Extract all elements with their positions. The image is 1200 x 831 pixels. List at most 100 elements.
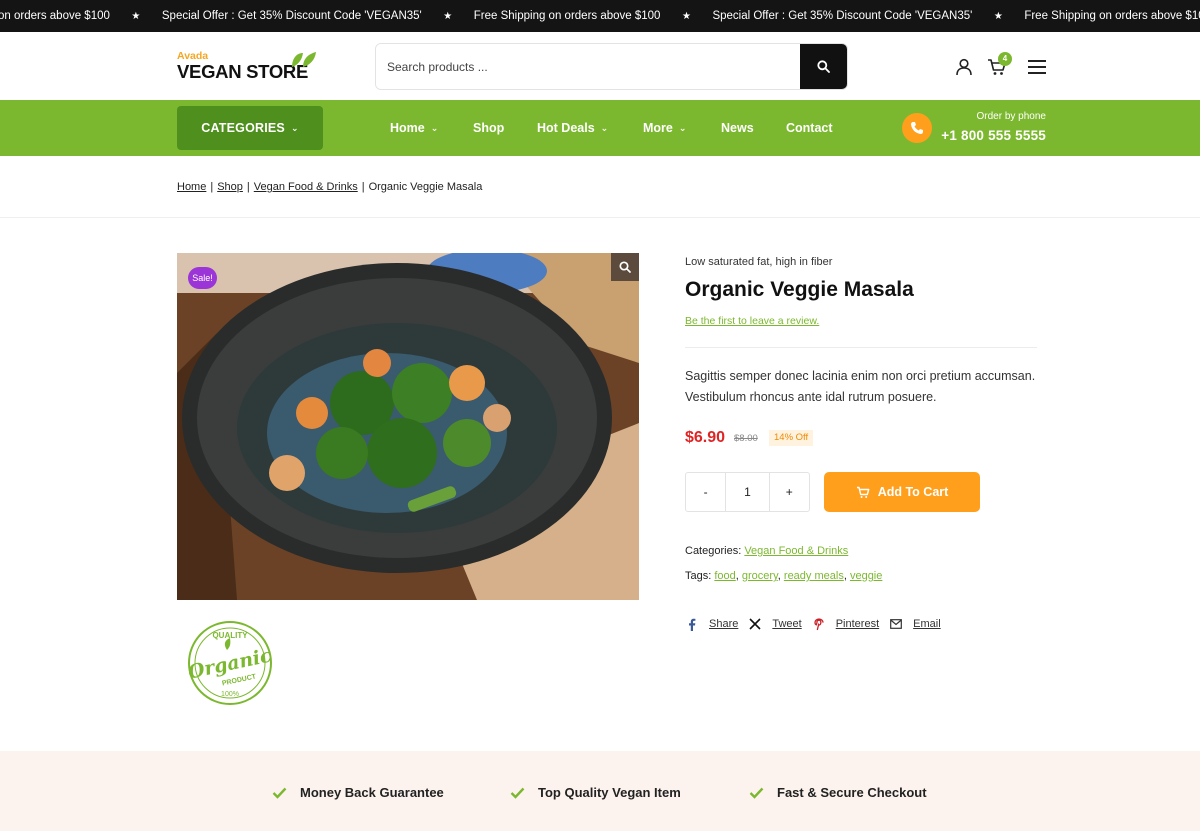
phone-number[interactable]: +1 800 555 5555: [941, 128, 1046, 143]
sale-badge: Sale!: [188, 267, 217, 289]
nav-item-label: Contact: [786, 121, 833, 135]
nav-item-label: Hot Deals: [537, 121, 595, 135]
features-band: Money Back Guarantee Top Quality Vegan I…: [0, 751, 1200, 831]
category-link[interactable]: Vegan Food & Drinks: [744, 545, 848, 557]
share-pinterest-link[interactable]: Pinterest: [836, 618, 879, 630]
check-icon: [749, 787, 765, 799]
categories-meta-label: Categories:: [685, 545, 742, 557]
product-title: Organic Veggie Masala: [685, 278, 914, 301]
share-email-link[interactable]: Email: [913, 618, 941, 630]
tags-meta-label: Tags:: [685, 570, 712, 582]
product-description: Sagittis semper donec lacinia enim non o…: [685, 369, 1036, 404]
breadcrumb-separator: |: [361, 181, 365, 193]
quantity-increase-button[interactable]: +: [770, 473, 809, 511]
quantity-decrease-button[interactable]: -: [686, 473, 725, 511]
breadcrumb-shop[interactable]: Shop: [217, 181, 243, 193]
feature-top-quality: Top Quality Vegan Item: [510, 785, 681, 800]
nav-item-news[interactable]: News: [721, 100, 754, 156]
site-logo[interactable]: Avada VEGAN STORE: [177, 50, 317, 86]
add-to-cart-label: Add To Cart: [877, 485, 949, 499]
stamp-main-text: Organic: [187, 644, 273, 683]
quantity-input[interactable]: 1: [725, 473, 770, 511]
feature-secure-checkout: Fast & Secure Checkout: [749, 785, 927, 800]
nav-item-contact[interactable]: Contact: [786, 100, 833, 156]
share-links: Share Tweet Pinterest Email: [685, 616, 951, 632]
zoom-button[interactable]: [611, 253, 639, 281]
breadcrumb-home[interactable]: Home: [177, 181, 206, 193]
menu-button[interactable]: [1023, 52, 1051, 82]
site-header: Avada VEGAN STORE Search products ... 4: [0, 32, 1200, 100]
phone-icon: [911, 122, 923, 134]
feature-label: Top Quality Vegan Item: [538, 785, 681, 800]
nav-item-more[interactable]: More ⌄: [643, 100, 686, 156]
sale-price: $6.90: [685, 429, 726, 446]
breadcrumb-separator: |: [246, 181, 250, 193]
star-icon: ★: [681, 10, 691, 22]
product-subtitle: Low saturated fat, high in fiber: [685, 256, 833, 268]
search-input[interactable]: [376, 44, 801, 89]
email-icon[interactable]: [889, 617, 903, 631]
phone-button[interactable]: [902, 113, 932, 143]
nav-item-home[interactable]: Home ⌄: [390, 100, 438, 156]
chevron-down-icon: ⌄: [600, 122, 609, 133]
leaf-icon: [292, 52, 316, 67]
order-by-phone-label: Order by phone: [976, 111, 1047, 122]
regular-price: $8.00: [734, 433, 758, 444]
tag-link[interactable]: food: [714, 570, 735, 582]
discount-badge: 14% Off: [769, 430, 814, 446]
promo-ticker: on orders above $100 ★ Special Offer : G…: [0, 0, 1200, 32]
search-button[interactable]: [800, 44, 847, 89]
tag-link[interactable]: veggie: [850, 570, 882, 582]
promo-message: Free Shipping on orders above $100: [473, 10, 661, 22]
search-bar: [375, 43, 848, 90]
product-image[interactable]: Sale!: [177, 253, 639, 600]
search-icon: [817, 60, 830, 73]
breadcrumb-category[interactable]: Vegan Food & Drinks: [254, 181, 358, 193]
pinterest-icon[interactable]: [812, 617, 826, 631]
share-x-link[interactable]: Tweet: [772, 618, 801, 630]
promo-message: on orders above $100: [0, 10, 110, 22]
tag-link[interactable]: grocery: [742, 570, 778, 582]
product-categories: Categories: Vegan Food & Drinks: [685, 545, 848, 557]
facebook-icon[interactable]: [685, 617, 699, 631]
promo-message: Free Shipping on orders above $100: [1024, 10, 1200, 22]
categories-label: CATEGORIES: [201, 121, 285, 135]
stamp-bottom-text: 100%: [221, 691, 239, 698]
x-icon[interactable]: [748, 617, 762, 631]
zoom-icon: [619, 261, 631, 273]
cart-count-badge: 4: [998, 52, 1012, 66]
nav-item-hot-deals[interactable]: Hot Deals ⌄: [537, 100, 608, 156]
tag-link[interactable]: ready meals: [784, 570, 844, 582]
menu-icon: [1028, 60, 1046, 74]
feature-label: Money Back Guarantee: [300, 785, 444, 800]
categories-button[interactable]: CATEGORIES ⌄: [177, 106, 323, 150]
star-icon: ★: [131, 10, 141, 22]
star-icon: ★: [443, 10, 453, 22]
quantity-stepper: - 1 +: [685, 472, 810, 512]
food-bowl-image: [177, 253, 639, 600]
nav-item-shop[interactable]: Shop: [473, 100, 504, 156]
cart-icon: [856, 486, 870, 498]
check-icon: [272, 787, 288, 799]
promo-message: Special Offer : Get 35% Discount Code 'V…: [161, 10, 422, 22]
stamp-graphic: QUALITY Organic PRODUCT 100%: [186, 621, 274, 705]
promo-bar: on orders above $100 ★ Special Offer : G…: [0, 0, 1200, 32]
nav-item-label: News: [721, 121, 754, 135]
add-to-cart-button[interactable]: Add To Cart: [824, 472, 980, 512]
nav-item-label: Shop: [473, 121, 505, 135]
chevron-down-icon: ⌄: [430, 122, 439, 133]
feature-money-back: Money Back Guarantee: [272, 785, 444, 800]
product-tags: Tags: food, grocery, ready meals, veggie: [685, 570, 883, 582]
stamp-top-text: QUALITY: [212, 631, 248, 640]
feature-label: Fast & Secure Checkout: [777, 785, 927, 800]
user-icon: [956, 58, 972, 76]
promo-message: Special Offer : Get 35% Discount Code 'V…: [712, 10, 973, 22]
review-link[interactable]: Be the first to leave a review.: [685, 315, 819, 327]
account-button[interactable]: [950, 52, 978, 82]
chevron-down-icon: ⌄: [678, 122, 687, 133]
nav-item-label: More: [643, 121, 673, 135]
info-divider: [685, 347, 1037, 348]
star-icon: ★: [993, 10, 1003, 22]
share-facebook-link[interactable]: Share: [709, 618, 738, 630]
organic-product-stamp: QUALITY Organic PRODUCT 100%: [186, 620, 274, 706]
